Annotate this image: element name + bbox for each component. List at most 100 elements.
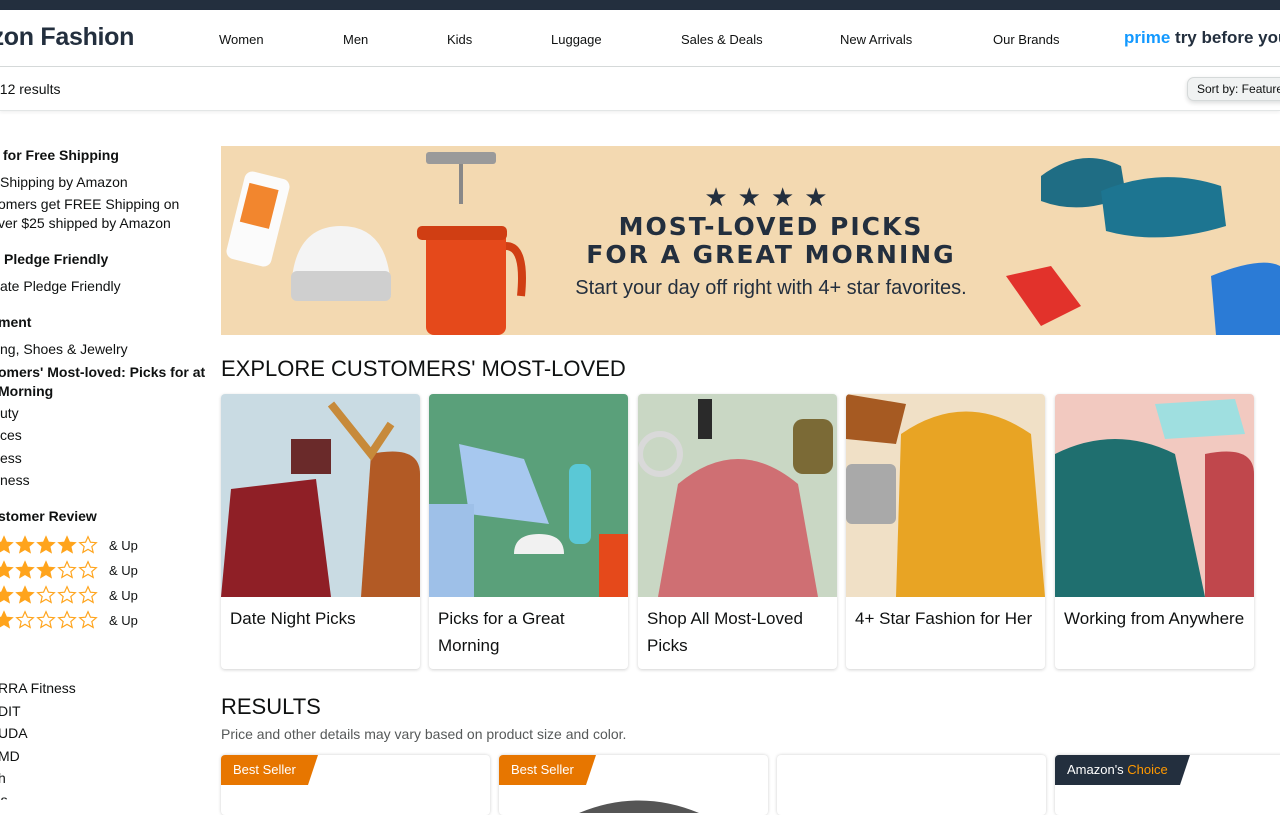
star-filled-icon (57, 535, 77, 554)
nav-new-arrivals[interactable]: New Arrivals (840, 32, 912, 47)
shipping-heading: for Free Shipping (3, 147, 119, 163)
brand-filter-6[interactable]: 's (0, 792, 8, 800)
banner-title-line2: FOR A GREAT MORNING (586, 240, 956, 269)
star-empty-icon (78, 560, 98, 579)
card-label: Working from Anywhere (1064, 609, 1245, 628)
shipping-by-amazon-filter[interactable]: Shipping by Amazon (0, 174, 128, 190)
rating-filter-3[interactable]: & Up (0, 560, 138, 580)
product-card[interactable]: Amazon's Choice (1055, 755, 1280, 815)
nav-kids[interactable]: Kids (447, 32, 472, 47)
dept-fitness[interactable]: ess (0, 450, 22, 466)
customer-review-heading: stomer Review (0, 508, 97, 524)
category-card-date-night[interactable]: Date Night Picks (221, 394, 420, 669)
explore-title: EXPLORE CUSTOMERS' MOST-LOVED (221, 356, 626, 381)
results-subtitle: Price and other details may vary based o… (221, 726, 627, 742)
star-empty-icon (15, 610, 35, 629)
nav-sales-deals[interactable]: Sales & Deals (681, 32, 763, 47)
brand-filter-3[interactable]: UDA (0, 725, 28, 741)
results-title: RESULTS (221, 694, 321, 719)
dept-devices[interactable]: ces (0, 427, 22, 443)
star-filled-icon (36, 560, 56, 579)
product-image (579, 800, 699, 813)
category-card-great-morning[interactable]: Picks for a Great Morning (429, 394, 628, 669)
star-empty-icon (78, 535, 98, 554)
amazon-fashion-logo[interactable]: azon Fashion (0, 23, 134, 52)
banner-subtitle: Start your day off right with 4+ star fa… (575, 277, 967, 299)
star-empty-icon (36, 610, 56, 629)
category-card-fashion-her[interactable]: 4+ Star Fashion for Her (846, 394, 1045, 669)
star-filled-icon (0, 585, 14, 604)
star-filled-icon (0, 535, 14, 554)
category-card-shop-all[interactable]: Shop All Most-Loved Picks (638, 394, 837, 669)
most-loved-banner[interactable]: ★★★★ MOST-LOVED PICKS FOR A GREAT MORNIN… (221, 146, 1280, 335)
rating-filter-2[interactable]: & Up (0, 585, 138, 605)
product-card[interactable] (777, 755, 1046, 815)
fashion-navbar: azon Fashion Women Men Kids Luggage Sale… (0, 10, 1280, 67)
star-rating-icon (0, 535, 99, 555)
and-up-label: & Up (109, 587, 138, 603)
nav-our-brands[interactable]: Our Brands (993, 32, 1059, 47)
banner-title-line1: MOST-LOVED PICKS (618, 212, 924, 241)
brand-filter-1[interactable]: RRA Fitness (0, 680, 76, 696)
results-count: 212 results (0, 81, 61, 97)
rating-filter-1[interactable]: & Up (0, 610, 138, 630)
dept-clothing[interactable]: ng, Shoes & Jewelry (0, 341, 128, 357)
date-night-image (221, 394, 420, 597)
star-empty-icon (36, 585, 56, 604)
brand-filter-4[interactable]: MD (0, 748, 20, 764)
department-heading: ment (0, 314, 32, 330)
banner-stars: ★★★★ (704, 182, 838, 212)
banner-text: ★★★★ MOST-LOVED PICKS FOR A GREAT MORNIN… (551, 182, 991, 300)
dept-beauty[interactable]: uty (0, 405, 19, 421)
climate-pledge-filter[interactable]: ate Pledge Friendly (0, 278, 121, 294)
nav-men[interactable]: Men (343, 32, 368, 47)
shipping-note: omers get FREE Shipping on ver $25 shipp… (0, 196, 180, 231)
star-filled-icon (0, 560, 14, 579)
and-up-label: & Up (109, 562, 138, 578)
card-label: Picks for a Great Morning (438, 609, 565, 655)
best-seller-badge: Best Seller (221, 755, 318, 785)
amazons-choice-badge: Amazon's Choice (1055, 755, 1190, 785)
brand-filter-2[interactable]: DIT (0, 703, 21, 719)
pledge-heading: Pledge Friendly (4, 251, 109, 267)
nav-luggage[interactable]: Luggage (551, 32, 602, 47)
card-label: Shop All Most-Loved Picks (647, 609, 803, 655)
working-anywhere-image (1055, 394, 1254, 597)
star-rating-icon (0, 560, 99, 580)
brand-filter-5[interactable]: h (0, 770, 6, 786)
dept-wellness[interactable]: ness (0, 472, 30, 488)
and-up-label: & Up (109, 612, 138, 628)
badge-label: Best Seller (233, 762, 296, 777)
nav-women[interactable]: Women (219, 32, 264, 47)
shop-all-image (638, 394, 837, 597)
star-empty-icon (57, 585, 77, 604)
prime-tagline: try before you b (1175, 28, 1280, 47)
prime-logo: prime (1124, 28, 1171, 47)
category-card-working-anywhere[interactable]: Working from Anywhere (1055, 394, 1254, 669)
star-filled-icon (36, 535, 56, 554)
star-empty-icon (78, 610, 98, 629)
rating-filter-4[interactable]: & Up (0, 535, 138, 555)
card-label: Date Night Picks (230, 609, 356, 628)
product-card[interactable]: Best Seller (221, 755, 490, 815)
star-filled-icon (0, 610, 14, 629)
star-rating-icon (0, 585, 99, 605)
prime-try-before-you-buy[interactable]: prime try before you b (1124, 28, 1280, 48)
star-filled-icon (15, 560, 35, 579)
results-bar: 212 results Sort by: Featured (0, 67, 1280, 111)
star-empty-icon (57, 560, 77, 579)
star-rating-icon (0, 610, 99, 630)
fashion-her-image (846, 394, 1045, 597)
filter-sidebar: for Free Shipping Shipping by Amazon ome… (0, 111, 210, 800)
badge-label: Amazon's (1067, 762, 1128, 777)
badge-choice-label: Choice (1127, 762, 1168, 777)
and-up-label: & Up (109, 537, 138, 553)
product-card[interactable]: Best Seller (499, 755, 768, 815)
star-empty-icon (78, 585, 98, 604)
dept-most-loved-morning[interactable]: omers' Most-loved: Picks for at Morning (0, 363, 208, 401)
sort-dropdown[interactable]: Sort by: Featured (1187, 77, 1280, 101)
star-filled-icon (15, 585, 35, 604)
top-strip (0, 0, 1280, 10)
star-filled-icon (15, 535, 35, 554)
great-morning-image (429, 394, 628, 597)
